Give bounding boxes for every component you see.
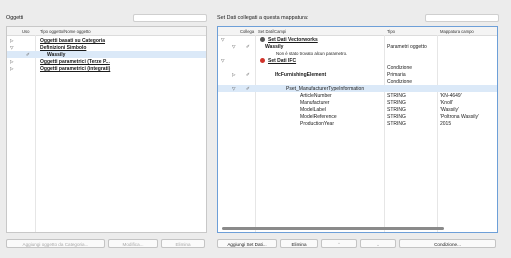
tree-row[interactable]: ▽ ✐ Wassily Parametri oggetto — [218, 43, 497, 50]
tree-row: Condizione — [218, 78, 497, 85]
objects-list[interactable]: Uso Tipo oggetto/Nome oggetto ▷ Oggetti … — [6, 26, 207, 233]
tree-row-selected[interactable]: ▽ ✐ Pset_ManufacturerTypeInformation — [218, 85, 497, 92]
list-item-label: Oggetti parametrici (integrati) — [40, 66, 111, 72]
delete-dataset-button[interactable]: Elimina — [280, 239, 318, 248]
horizontal-scrollbar[interactable] — [222, 227, 444, 230]
column-dataset-fields[interactable]: Set Dati/Campi — [258, 29, 286, 34]
add-dataset-button[interactable]: Aggiungi Set Dati... — [217, 239, 277, 248]
datasets-tree[interactable]: Collega Set Dati/Campi Tipo Mappatura ca… — [217, 26, 498, 233]
field-row[interactable]: ModelReference STRING 'Poltrona Wassily' — [218, 113, 497, 120]
add-from-category-button[interactable]: Aggiungi oggetto da Categoria... — [6, 239, 105, 248]
list-item[interactable]: ▷ Oggetti basati su Categoria — [7, 37, 206, 44]
list-item-selected[interactable]: ✐ Wassily — [7, 51, 206, 58]
column-use[interactable]: Uso — [22, 29, 29, 34]
field-row[interactable]: ArticleNumber STRING 'KN-4649' — [218, 92, 497, 99]
vectorworks-icon — [260, 36, 265, 42]
field-row[interactable]: ModelLabel STRING 'Wassily' — [218, 106, 497, 113]
tree-row: Non è stato trovato alcun parametro. — [218, 50, 497, 57]
field-row[interactable]: ProductionYear STRING 2015 — [218, 120, 497, 127]
field-mapping[interactable]: 2015 — [440, 121, 451, 127]
tree-row[interactable]: ▽ Set Dati IFC — [218, 57, 497, 64]
objects-search-input[interactable] — [133, 14, 207, 22]
datasets-tree-header: Collega Set Dati/Campi Tipo Mappatura ca… — [218, 27, 497, 36]
objects-list-header: Uso Tipo oggetto/Nome oggetto — [7, 27, 206, 36]
condition-button[interactable]: Condizione... — [399, 239, 496, 248]
tree-row[interactable]: ▷ ✐ IfcFurnishingElement Primaria — [218, 71, 497, 78]
column-object-type[interactable]: Tipo oggetto/Nome oggetto — [40, 29, 91, 34]
column-field-mapping[interactable]: Mappatura campo — [440, 29, 474, 34]
datasets-title: Set Dati collegati a questa mappatura: — [217, 15, 309, 21]
move-down-button[interactable]: ⌄ — [360, 239, 396, 248]
list-item[interactable]: ▷ Oggetti parametrici (integrati) — [7, 65, 206, 72]
tree-row: Condizione — [218, 64, 497, 71]
delete-object-button[interactable]: Elimina — [161, 239, 205, 248]
field-type: STRING — [387, 121, 406, 127]
move-up-button[interactable]: ⌃ — [321, 239, 357, 248]
tree-row[interactable]: ▽ Set Dati Vectorworks — [218, 36, 497, 43]
datasets-search-input[interactable] — [425, 14, 499, 22]
column-linked[interactable]: Collega — [240, 29, 254, 34]
field-row[interactable]: Manufacturer STRING 'Knoll' — [218, 99, 497, 106]
list-item[interactable]: ▷ Oggetti parametrici (Terze P... — [7, 58, 206, 65]
ifc-icon — [260, 57, 265, 63]
modify-button[interactable]: Modifica... — [108, 239, 158, 248]
objects-title: Oggetti — [6, 15, 24, 21]
field-name: ProductionYear — [300, 121, 335, 127]
no-parameter-message: Non è stato trovato alcun parametro. — [276, 51, 348, 56]
list-item[interactable]: ▽ Definizioni Simbolo — [7, 44, 206, 51]
column-type[interactable]: Tipo — [387, 29, 395, 34]
disclosure-triangle-icon[interactable]: ▷ — [10, 66, 13, 72]
